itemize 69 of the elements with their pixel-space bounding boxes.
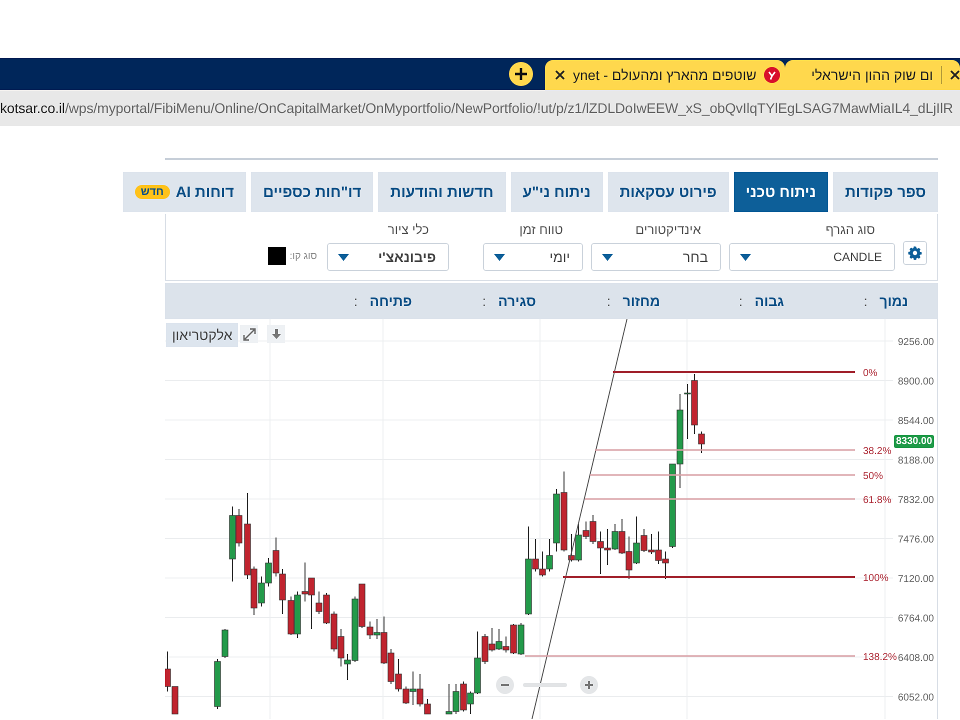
- nav-tab[interactable]: ניתוח ני"ע: [510, 172, 603, 212]
- last-price-tag: 8330.00: [894, 435, 934, 448]
- instrument-button[interactable]: אלקטריאון: [166, 323, 238, 347]
- caret-icon: [740, 254, 751, 260]
- nav-tab[interactable]: פירוט עסקאות: [608, 172, 729, 212]
- download-icon: [272, 329, 280, 339]
- axis-label: 9256.00: [898, 337, 934, 348]
- fib-level-label: 38.2%: [863, 446, 892, 457]
- zoom-in-button[interactable]: [580, 676, 598, 694]
- close-icon[interactable]: [555, 70, 565, 80]
- plus-icon: [514, 67, 528, 81]
- field-label: סוג הגרף: [824, 222, 876, 237]
- field-label: כלי ציור: [386, 222, 430, 237]
- fib-level-label: 100%: [863, 573, 889, 584]
- site-logo-icon: [764, 67, 780, 83]
- dropdown-field[interactable]: בחר: [591, 243, 721, 271]
- dropdown-field[interactable]: יומי: [483, 243, 583, 271]
- axis-label: 8544.00: [898, 416, 934, 427]
- download-button[interactable]: [267, 325, 285, 343]
- expand-icon: [242, 328, 256, 340]
- gear-icon: [907, 245, 923, 261]
- nav-tab[interactable]: דוחות AI חדש: [122, 172, 246, 212]
- axis-label: 7120.00: [898, 574, 934, 585]
- fib-level-label: 138.2%: [863, 652, 897, 663]
- close-icon[interactable]: [950, 70, 960, 80]
- fib-level-label: 61.8%: [863, 495, 892, 506]
- stat-value: :: [864, 293, 868, 309]
- caret-icon: [338, 254, 349, 260]
- field-label: אינדיקטורים: [634, 222, 702, 237]
- axis-label: 7476.00: [898, 534, 934, 546]
- dropdown-field[interactable]: פיבונאצ'י: [327, 243, 449, 271]
- stat-value: :: [738, 293, 743, 309]
- new-tab-button[interactable]: [509, 62, 533, 86]
- plus-icon: [584, 680, 594, 690]
- stat-label: סגירה: [498, 293, 536, 309]
- fib-level-label: 50%: [863, 471, 884, 482]
- line-color-swatch[interactable]: [268, 247, 286, 265]
- stat-label: גבוה: [754, 293, 784, 309]
- axis-label: 6052.00: [898, 692, 934, 704]
- line-type-label: סוג קו:: [290, 250, 317, 262]
- axis-label: 6764.00: [898, 614, 934, 624]
- field-label: טווח זמן: [518, 222, 564, 237]
- stat-label: נמוך: [880, 293, 908, 309]
- tab-title: ynet - שוטפים מהארץ ומהעולם: [573, 67, 756, 83]
- caret-icon: [602, 254, 613, 260]
- stat-label: מחזור: [622, 293, 660, 309]
- tab-title: ום שוק ההון הישראלי: [811, 67, 933, 83]
- stat-value: :: [482, 293, 486, 309]
- nav-tab[interactable]: ספר פקודות: [832, 172, 938, 212]
- caret-icon: [494, 254, 505, 260]
- browser-tab[interactable]: ynet - שוטפים מהארץ ומהעולם: [545, 60, 785, 90]
- zoom-out-button[interactable]: [496, 676, 514, 694]
- trend-line[interactable]: [532, 319, 628, 719]
- axis-label: 8188.00: [898, 456, 934, 466]
- stat-value: :: [354, 293, 358, 309]
- dropdown-field[interactable]: CANDLE: [729, 243, 895, 271]
- nav-tab[interactable]: דו"חות כספיים: [251, 172, 374, 212]
- axis-label: 7832.00: [898, 495, 934, 506]
- stat-label: פתיחה: [370, 293, 412, 309]
- axis-label: 6408.00: [898, 653, 934, 664]
- fib-level-label: 0%: [863, 368, 878, 379]
- settings-button[interactable]: [903, 241, 927, 265]
- nav-tab[interactable]: ניתוח טכני: [734, 172, 828, 212]
- new-badge: חדש: [134, 185, 170, 199]
- stat-value: :: [606, 293, 611, 309]
- expand-button[interactable]: [240, 325, 258, 343]
- axis-label: 8900.00: [898, 376, 934, 388]
- browser-tab[interactable]: ום שוק ההון הישראלי: [785, 60, 960, 90]
- nav-tab[interactable]: חדשות והודעות: [378, 172, 506, 212]
